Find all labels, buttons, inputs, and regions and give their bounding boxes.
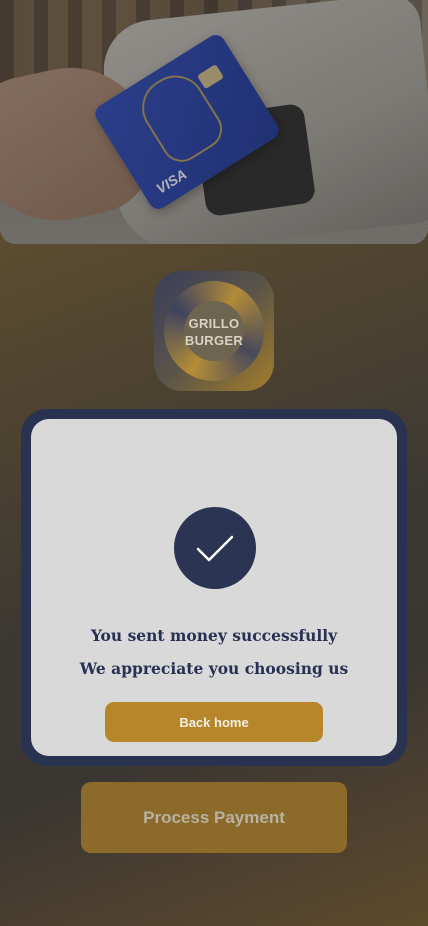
dim-overlay bbox=[0, 0, 428, 244]
checkmark-icon bbox=[196, 535, 234, 562]
success-modal: You sent money successfully We appreciat… bbox=[31, 419, 397, 756]
back-home-button[interactable]: Back home bbox=[105, 702, 323, 742]
success-badge bbox=[174, 507, 256, 589]
process-payment-button[interactable]: Process Payment bbox=[81, 782, 347, 853]
success-modal-frame: You sent money successfully We appreciat… bbox=[21, 409, 407, 766]
thank-you-message: We appreciate you choosing us bbox=[79, 659, 349, 678]
logo-line-1: GRILLO bbox=[188, 316, 240, 331]
logo-text: GRILLO BURGER bbox=[154, 315, 274, 349]
success-message: You sent money successfully bbox=[90, 626, 338, 645]
logo-line-2: BURGER bbox=[184, 333, 244, 348]
hero-image: VISA bbox=[0, 0, 428, 244]
grillo-burger-logo: GRILLO BURGER bbox=[154, 271, 274, 391]
